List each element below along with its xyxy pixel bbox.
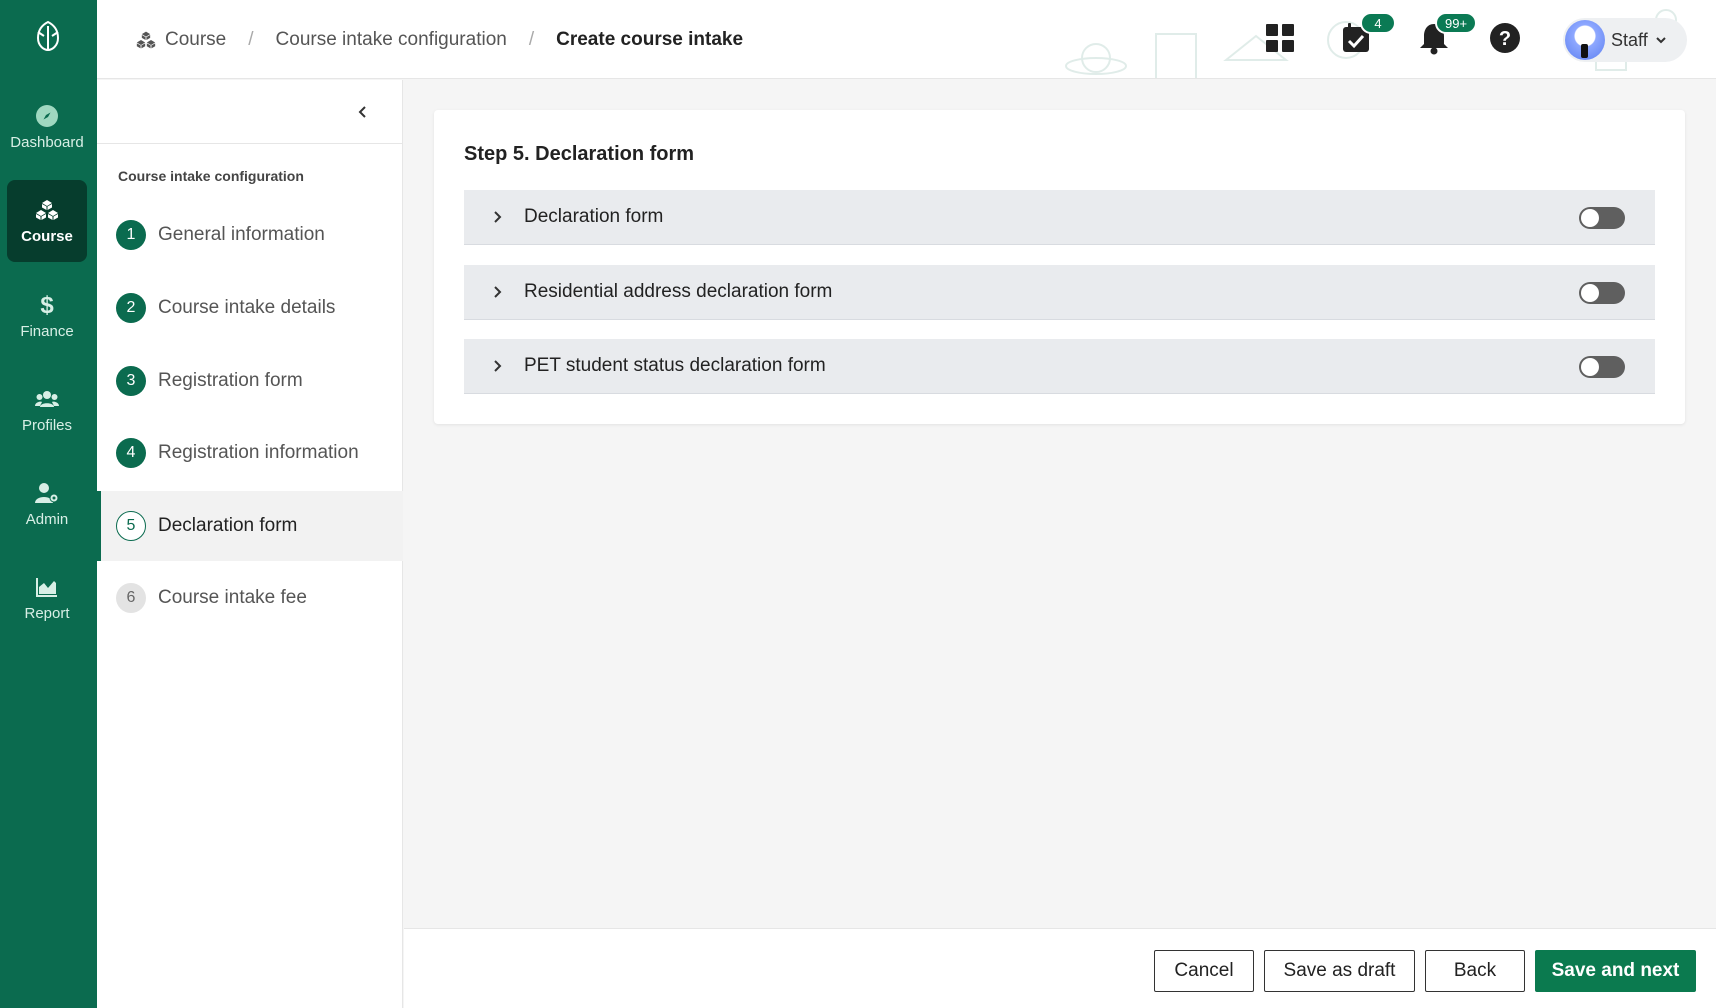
step-number: 5 bbox=[116, 511, 146, 541]
breadcrumb-course[interactable]: Course bbox=[165, 29, 226, 51]
step-registration-information[interactable]: 4 Registration information bbox=[97, 418, 403, 488]
step-number: 6 bbox=[116, 583, 146, 613]
step-number: 3 bbox=[116, 366, 146, 396]
steps-heading: Course intake configuration bbox=[118, 168, 304, 184]
user-gear-icon bbox=[35, 482, 59, 503]
breadcrumb-current-page: Create course intake bbox=[556, 28, 744, 50]
chevron-down-icon bbox=[1655, 37, 1666, 44]
nav-item-label: Dashboard bbox=[10, 133, 84, 151]
nav-item-profiles[interactable]: Profiles bbox=[7, 369, 87, 451]
chevron-right-icon bbox=[494, 360, 502, 372]
svg-text:?: ? bbox=[1499, 28, 1511, 50]
apps-grid-icon[interactable] bbox=[1262, 20, 1298, 56]
accordion-declaration-form[interactable]: Declaration form bbox=[464, 190, 1655, 245]
area-chart-icon bbox=[36, 577, 57, 597]
step-label: Registration information bbox=[158, 442, 359, 463]
tasks-count-badge: 4 bbox=[1360, 12, 1396, 34]
step-general-information[interactable]: 1 General information bbox=[97, 200, 403, 270]
accordion-label: Declaration form bbox=[524, 206, 664, 227]
nav-item-label: Report bbox=[24, 604, 70, 622]
nav-item-label: Admin bbox=[25, 510, 69, 528]
accordion-label: Residential address declaration form bbox=[524, 281, 833, 302]
save-as-draft-button[interactable]: Save as draft bbox=[1264, 950, 1415, 992]
nav-item-label: Course bbox=[21, 227, 73, 245]
breadcrumb-separator: / bbox=[248, 28, 254, 50]
form-footer: Cancel Save as draft Back Save and next bbox=[404, 928, 1716, 1008]
sidebar-collapse-bar bbox=[97, 80, 403, 144]
help-icon[interactable]: ? bbox=[1487, 20, 1523, 56]
top-header: Course / Course intake configuration / C… bbox=[97, 0, 1716, 79]
user-menu[interactable]: Staff bbox=[1563, 18, 1687, 62]
step-label: Course intake details bbox=[158, 297, 336, 318]
chevron-right-icon bbox=[494, 286, 502, 298]
course-boxes-icon bbox=[136, 31, 156, 48]
notifications-count-badge: 99+ bbox=[1435, 12, 1478, 34]
step-course-intake-fee[interactable]: 6 Course intake fee bbox=[97, 563, 403, 633]
back-button[interactable]: Back bbox=[1425, 950, 1525, 992]
accordion-pet-student-status-declaration-form[interactable]: PET student status declaration form bbox=[464, 339, 1655, 394]
step-number: 4 bbox=[116, 438, 146, 468]
chevron-right-icon bbox=[494, 211, 502, 223]
nav-item-admin[interactable]: Admin bbox=[7, 463, 87, 545]
svg-text:$: $ bbox=[40, 293, 54, 317]
nav-item-label: Finance bbox=[20, 322, 74, 340]
accordion-label: PET student status declaration form bbox=[524, 355, 826, 376]
step-number: 1 bbox=[116, 220, 146, 250]
step-label: General information bbox=[158, 224, 325, 245]
residential-address-declaration-toggle[interactable] bbox=[1579, 282, 1625, 304]
nav-item-label: Profiles bbox=[21, 416, 73, 434]
page-title: Step 5. Declaration form bbox=[464, 143, 695, 165]
course-boxes-icon bbox=[36, 199, 58, 220]
app-logo-icon[interactable] bbox=[30, 18, 66, 54]
save-and-next-button[interactable]: Save and next bbox=[1535, 950, 1696, 992]
cancel-button[interactable]: Cancel bbox=[1154, 950, 1254, 992]
user-name: Staff bbox=[1611, 29, 1648, 50]
steps-sidebar: Course intake configuration 1 General in… bbox=[97, 80, 403, 1008]
breadcrumb-separator: / bbox=[528, 28, 535, 50]
step-declaration-form[interactable]: 5 Declaration form bbox=[97, 491, 403, 561]
dollar-icon: $ bbox=[40, 293, 54, 317]
accordion-residential-address-declaration-form[interactable]: Residential address declaration form bbox=[464, 265, 1655, 320]
breadcrumb: Course / Course intake configuration / C… bbox=[135, 0, 744, 78]
users-icon bbox=[35, 390, 59, 407]
step-course-intake-details[interactable]: 2 Course intake details bbox=[97, 273, 403, 343]
declaration-form-toggle[interactable] bbox=[1579, 207, 1625, 229]
left-nav: Dashboard Course $ Finance Profiles Admi… bbox=[0, 0, 97, 1008]
step-label: Declaration form bbox=[158, 515, 298, 536]
declaration-form-card: Step 5. Declaration form Declaration for… bbox=[434, 110, 1685, 424]
nav-item-report[interactable]: Report bbox=[7, 557, 87, 639]
avatar bbox=[1565, 20, 1605, 60]
step-registration-form[interactable]: 3 Registration form bbox=[97, 346, 403, 416]
chevron-left-icon[interactable] bbox=[355, 104, 371, 120]
nav-item-dashboard[interactable]: Dashboard bbox=[7, 86, 87, 168]
pet-student-status-declaration-toggle[interactable] bbox=[1579, 356, 1625, 378]
step-label: Registration form bbox=[158, 370, 303, 391]
breadcrumb-course-intake-configuration[interactable]: Course intake configuration bbox=[276, 29, 507, 51]
nav-item-finance[interactable]: $ Finance bbox=[7, 275, 87, 357]
compass-icon bbox=[36, 104, 58, 127]
step-label: Course intake fee bbox=[158, 587, 307, 608]
nav-item-course[interactable]: Course bbox=[7, 180, 87, 262]
step-number: 2 bbox=[116, 293, 146, 323]
